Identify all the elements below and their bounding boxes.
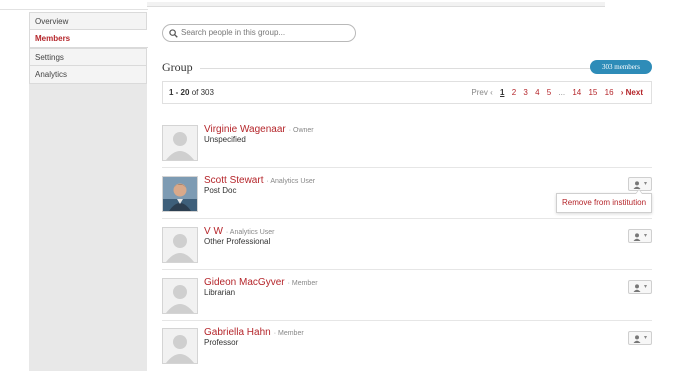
search-input[interactable]: Search people in this group... bbox=[162, 24, 356, 42]
sidebar-item-label: Analytics bbox=[35, 70, 68, 79]
member-name-link[interactable]: Scott Stewart · Analytics User bbox=[204, 175, 315, 186]
pagination: Prev ‹ 1 2 3 4 5 ... 14 15 16 › Next bbox=[471, 88, 643, 97]
sidebar-item-overview[interactable]: Overview bbox=[29, 12, 147, 30]
avatar-placeholder[interactable] bbox=[162, 227, 198, 263]
member-title: Unspecified bbox=[204, 135, 246, 144]
sidebar: Overview Members Settings Analytics bbox=[29, 12, 148, 371]
member-name-link[interactable]: V W · Analytics User bbox=[204, 226, 275, 237]
member-name[interactable]: Gabriella Hahn bbox=[204, 327, 271, 338]
member-role: · Analytics User bbox=[225, 229, 275, 236]
member-action-dropdown[interactable]: ▾ bbox=[628, 280, 652, 294]
pager-ellipsis: ... bbox=[558, 88, 566, 97]
range-total: of 303 bbox=[191, 88, 214, 97]
member-action-dropdown[interactable]: ▾ bbox=[628, 229, 652, 243]
member-role: · Member bbox=[287, 280, 318, 287]
pager-page-4[interactable]: 4 bbox=[535, 88, 539, 97]
sidebar-item-label: Settings bbox=[35, 53, 64, 62]
member-name[interactable]: Virginie Wagenaar bbox=[204, 124, 286, 135]
pager-page-2[interactable]: 2 bbox=[512, 88, 516, 97]
member-row: V W · Analytics User Other Professional ▾ bbox=[162, 219, 652, 270]
user-icon bbox=[633, 284, 641, 292]
search-icon bbox=[169, 29, 178, 38]
user-silhouette-icon bbox=[166, 132, 194, 160]
member-role: · Analytics User bbox=[266, 178, 316, 185]
avatar-photo[interactable] bbox=[162, 176, 198, 212]
pager-page-14[interactable]: 14 bbox=[572, 88, 581, 97]
pager-page-5[interactable]: 5 bbox=[547, 88, 551, 97]
sidebar-item-settings[interactable]: Settings bbox=[29, 48, 147, 66]
member-row: Gabriella Hahn · Member Professor ▾ bbox=[162, 320, 652, 371]
member-action-dropdown[interactable]: ▾ bbox=[628, 331, 652, 345]
pager-next[interactable]: › Next bbox=[621, 88, 643, 97]
user-icon bbox=[633, 335, 641, 343]
sidebar-item-label: Members bbox=[35, 34, 71, 43]
member-name[interactable]: Gideon MacGyver bbox=[204, 277, 285, 288]
pager-page-15[interactable]: 15 bbox=[588, 88, 597, 97]
user-silhouette-icon bbox=[166, 335, 194, 363]
member-name[interactable]: V W bbox=[204, 226, 223, 237]
range-start: 1 - 20 bbox=[169, 88, 190, 97]
member-name-link[interactable]: Virginie Wagenaar · Owner bbox=[204, 124, 314, 135]
member-role: · Member bbox=[273, 330, 304, 337]
member-row: Virginie Wagenaar · Owner Unspecified bbox=[162, 117, 652, 168]
member-name-link[interactable]: Gideon MacGyver · Member bbox=[204, 277, 318, 288]
user-photo-icon bbox=[163, 177, 197, 211]
caret-down-icon: ▾ bbox=[644, 233, 648, 239]
group-divider bbox=[200, 68, 590, 69]
group-title: Group bbox=[162, 60, 193, 74]
members-count-badge[interactable]: 303 members bbox=[590, 60, 652, 74]
member-role: · Owner bbox=[288, 127, 314, 134]
search-placeholder: Search people in this group... bbox=[181, 28, 286, 37]
user-silhouette-icon bbox=[166, 285, 194, 313]
avatar-placeholder[interactable] bbox=[162, 328, 198, 364]
remove-from-institution-menu-item[interactable]: Remove from institution bbox=[556, 189, 652, 213]
user-icon bbox=[633, 181, 641, 189]
result-range: 1 - 20 of 303 bbox=[169, 88, 214, 97]
pager-page-16[interactable]: 16 bbox=[605, 88, 614, 97]
avatar-placeholder[interactable] bbox=[162, 125, 198, 161]
member-title: Other Professional bbox=[204, 237, 271, 246]
member-title: Post Doc bbox=[204, 186, 237, 195]
sidebar-item-analytics[interactable]: Analytics bbox=[29, 66, 147, 84]
member-name[interactable]: Scott Stewart bbox=[204, 175, 263, 186]
member-title: Librarian bbox=[204, 288, 236, 297]
pager-prev[interactable]: Prev ‹ bbox=[471, 88, 492, 97]
pager-page-3[interactable]: 3 bbox=[523, 88, 527, 97]
sidebar-item-members[interactable]: Members bbox=[29, 30, 148, 48]
member-title: Professor bbox=[204, 338, 239, 347]
avatar-placeholder[interactable] bbox=[162, 278, 198, 314]
caret-down-icon: ▾ bbox=[644, 181, 648, 187]
member-name-link[interactable]: Gabriella Hahn · Member bbox=[204, 327, 304, 338]
pager-current-page[interactable]: 1 bbox=[500, 88, 504, 97]
sidebar-item-label: Overview bbox=[35, 17, 69, 26]
user-icon bbox=[633, 233, 641, 241]
caret-down-icon: ▾ bbox=[644, 335, 648, 341]
user-silhouette-icon bbox=[166, 234, 194, 262]
top-bar-shade bbox=[147, 2, 605, 7]
member-row: Gideon MacGyver · Member Librarian ▾ bbox=[162, 270, 652, 321]
caret-down-icon: ▾ bbox=[644, 284, 648, 290]
pagination-bar: 1 - 20 of 303 Prev ‹ 1 2 3 4 5 ... 14 15… bbox=[162, 81, 652, 104]
